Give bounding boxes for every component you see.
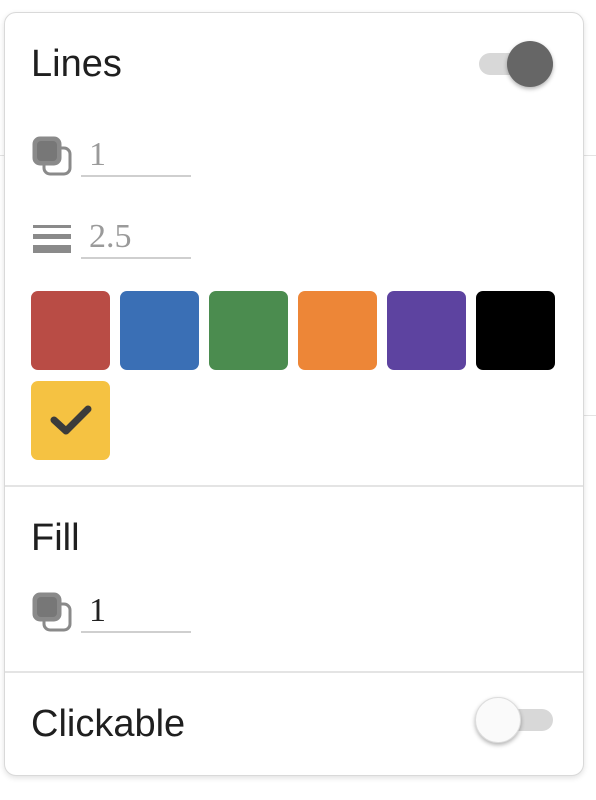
toggle-thumb <box>475 697 521 743</box>
color-swatch-red[interactable] <box>31 291 110 370</box>
lines-toggle[interactable] <box>475 39 557 89</box>
fill-opacity-row <box>31 587 211 647</box>
fill-opacity-input[interactable] <box>81 591 191 633</box>
layers-opacity-icon <box>32 592 72 632</box>
clickable-section: Clickable <box>5 673 583 775</box>
line-thickness-row <box>31 213 211 273</box>
line-opacity-input[interactable] <box>81 135 191 177</box>
clickable-toggle[interactable] <box>475 695 557 745</box>
lines-section: Lines <box>5 13 583 485</box>
line-thickness-input[interactable] <box>81 217 191 259</box>
layers-opacity-icon <box>32 136 72 176</box>
color-swatch-blue[interactable] <box>120 291 199 370</box>
color-swatch-yellow[interactable] <box>31 381 110 460</box>
lines-title: Lines <box>31 43 122 85</box>
color-swatch-orange[interactable] <box>298 291 377 370</box>
checkmark-icon <box>50 405 92 435</box>
clickable-title: Clickable <box>31 703 186 745</box>
color-swatch-black[interactable] <box>476 291 555 370</box>
color-swatch-green[interactable] <box>209 291 288 370</box>
fill-title: Fill <box>31 517 80 559</box>
settings-popover: Lines 1 2.5 Fill 1 Clickable <box>4 12 584 776</box>
line-weight-icon <box>33 225 71 253</box>
fill-section: Fill <box>5 487 583 671</box>
color-swatch-purple[interactable] <box>387 291 466 370</box>
line-opacity-row <box>31 131 211 191</box>
toggle-thumb <box>507 41 553 87</box>
